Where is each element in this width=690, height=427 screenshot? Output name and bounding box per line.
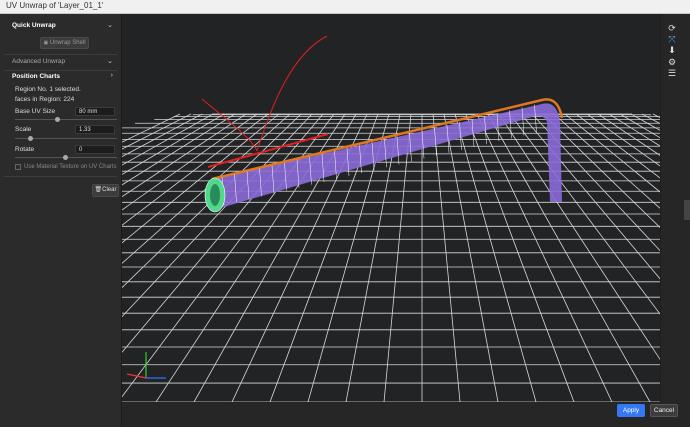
section-position-charts[interactable]: Position Charts › — [0, 71, 121, 83]
base-uv-size-label: Base UV Size — [15, 108, 56, 115]
region-selected-text: Region No. 1 selected. — [15, 86, 81, 93]
rotate-label: Rotate — [15, 146, 35, 153]
rotate-input[interactable]: 0 — [75, 145, 115, 154]
section-title: Position Charts — [12, 73, 61, 80]
chevron-down-icon[interactable]: ⌄ — [107, 57, 113, 65]
divider — [4, 176, 117, 177]
scale-label: Scale — [15, 126, 32, 133]
settings-icon[interactable]: ⚙ — [667, 57, 677, 67]
rotate-view-icon[interactable]: ⟳ — [667, 23, 677, 33]
apply-button[interactable]: Apply — [617, 404, 645, 417]
slider-knob[interactable] — [55, 117, 60, 122]
faces-in-region-text: faces in Region: 224 — [15, 96, 75, 103]
chevron-down-icon[interactable]: ⌄ — [107, 21, 113, 29]
section-title: Advanced Unwrap — [12, 58, 66, 65]
trash-icon: 🗑 — [94, 187, 103, 193]
unwrap-shell-icon: ▣ — [43, 40, 49, 46]
fit-view-icon[interactable]: ⤧ — [667, 34, 677, 44]
section-advanced-unwrap[interactable]: Advanced Unwrap ⌄ — [0, 56, 121, 68]
3d-viewport[interactable] — [122, 14, 660, 402]
slider-knob[interactable] — [63, 155, 68, 160]
unwrap-shell-label: Unwrap Shell — [49, 40, 86, 46]
scale-input[interactable]: 1.33 — [75, 125, 115, 134]
use-material-texture-checkbox[interactable] — [15, 164, 21, 170]
divider — [4, 54, 117, 55]
use-material-texture-label: Use Material Texture on UV Charts — [24, 164, 117, 170]
base-uv-size-slider[interactable] — [15, 117, 117, 122]
layers-icon[interactable]: ☰ — [667, 68, 677, 78]
window-titlebar: UV Unwrap of 'Layer_01_1' — [0, 0, 690, 14]
viewport-scene — [122, 35, 660, 402]
section-title: Quick Unwrap — [12, 22, 56, 29]
section-quick-unwrap[interactable]: Quick Unwrap ⌄ — [0, 20, 121, 32]
rotate-slider[interactable] — [15, 155, 117, 160]
chevron-right-icon[interactable]: › — [111, 72, 113, 79]
window-title: UV Unwrap of 'Layer_01_1' — [6, 1, 104, 10]
slider-knob[interactable] — [28, 136, 33, 141]
unwrap-shell-button[interactable]: ▣ Unwrap Shell — [40, 37, 89, 49]
base-uv-size-input[interactable]: 80 mm — [75, 107, 115, 116]
move-down-icon[interactable]: ⬇ — [667, 45, 677, 55]
scrollbar[interactable] — [684, 200, 690, 220]
cancel-button[interactable]: Cancel — [650, 404, 678, 417]
sidebar-panel: Quick Unwrap ⌄ ▣ Unwrap Shell Advanced U… — [0, 14, 122, 427]
dialog-footer — [122, 402, 690, 427]
scale-slider[interactable] — [15, 136, 117, 141]
clear-label: Clear — [102, 187, 117, 193]
clear-button[interactable]: 🗑Clear — [92, 184, 119, 197]
